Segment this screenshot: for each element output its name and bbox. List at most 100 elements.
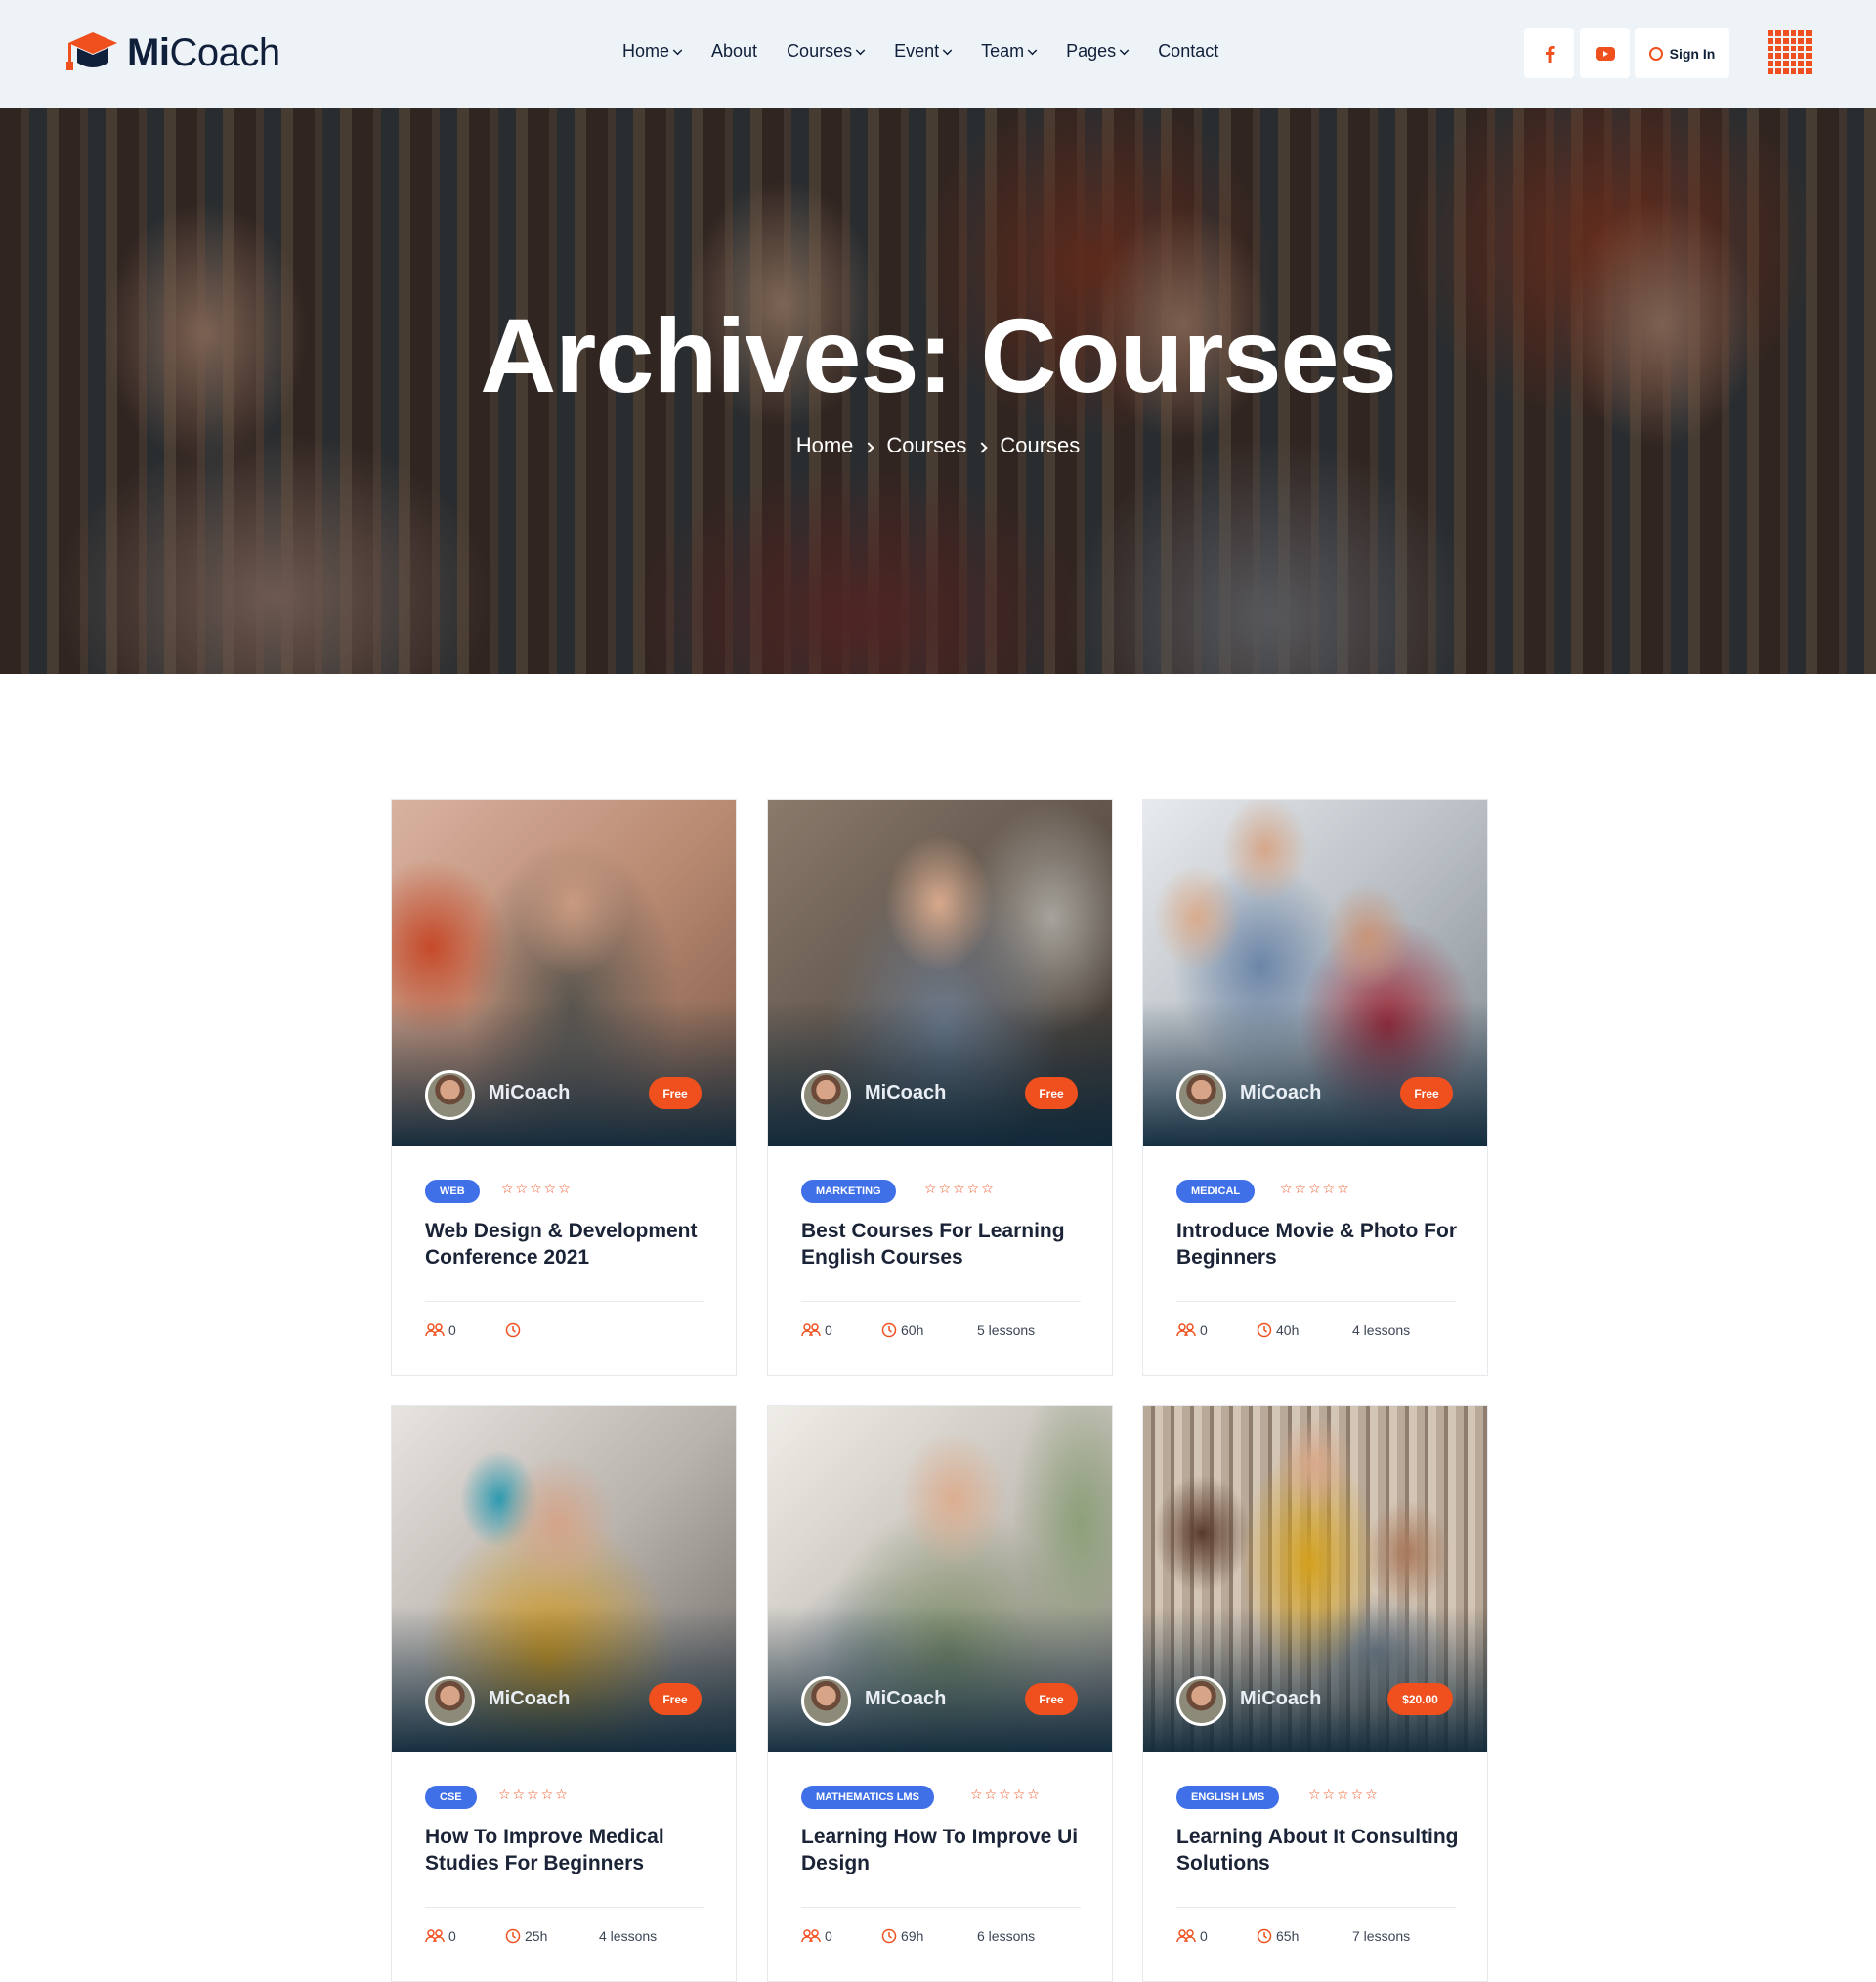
author-avatar — [425, 1676, 475, 1726]
category-badge[interactable]: MATHEMATICS LMS — [801, 1786, 934, 1809]
category-badge[interactable]: MARKETING — [801, 1180, 896, 1203]
lessons-count: 5 lessons — [977, 1322, 1036, 1338]
price-badge: Free — [1025, 1077, 1078, 1109]
star-rating: ☆☆☆☆☆ — [498, 1787, 570, 1802]
course-card[interactable]: MiCoach Free WEB ☆☆☆☆☆ Web Design & Deve… — [391, 799, 737, 1376]
breadcrumb-courses[interactable]: Courses — [886, 433, 966, 458]
user-icon — [1648, 46, 1663, 61]
category-badge[interactable]: CSE — [425, 1786, 477, 1809]
author-avatar — [1176, 1070, 1226, 1120]
chevron-right-icon — [976, 442, 989, 453]
course-title[interactable]: How To Improve Medical Studies For Begin… — [425, 1824, 718, 1876]
nav-item-pages[interactable]: Pages — [1066, 41, 1130, 62]
author-name: MiCoach — [1240, 1082, 1322, 1103]
students-count: 0 — [801, 1928, 832, 1944]
nav-item-courses[interactable]: Courses — [787, 41, 866, 62]
course-title[interactable]: Best Courses For Learning English Course… — [801, 1218, 1094, 1271]
nav-item-team[interactable]: Team — [981, 41, 1038, 62]
category-badge[interactable]: MEDICAL — [1176, 1180, 1256, 1203]
users-icon — [1176, 1323, 1196, 1337]
lessons-count: 6 lessons — [977, 1928, 1036, 1944]
star-rating: ☆☆☆☆☆ — [1280, 1181, 1351, 1196]
hero-banner: Archives: Courses Home Courses Courses — [0, 108, 1876, 674]
users-icon — [425, 1929, 445, 1943]
star-rating: ☆☆☆☆☆ — [1308, 1787, 1380, 1802]
duration: 60h — [881, 1322, 923, 1338]
students-count: 0 — [801, 1322, 832, 1338]
chevron-down-icon — [855, 45, 866, 55]
nav-item-event[interactable]: Event — [894, 41, 953, 62]
duration — [505, 1322, 525, 1338]
course-card[interactable]: MiCoach Free MARKETING ☆☆☆☆☆ Best Course… — [767, 799, 1113, 1376]
lessons-count: 7 lessons — [1352, 1928, 1411, 1944]
breadcrumb-home[interactable]: Home — [796, 433, 854, 458]
breadcrumb: Home Courses Courses — [0, 433, 1876, 458]
sign-in-button[interactable]: Sign In — [1635, 28, 1729, 78]
price-badge: Free — [1025, 1683, 1078, 1715]
author-name: MiCoach — [865, 1082, 947, 1103]
course-thumbnail[interactable]: MiCoach Free — [392, 800, 736, 1146]
students-count: 0 — [425, 1928, 456, 1944]
site-header: MiCoach Home About Courses Event Team Pa… — [0, 0, 1876, 108]
chevron-down-icon — [672, 45, 683, 55]
course-thumbnail[interactable]: MiCoach Free — [1143, 800, 1487, 1146]
lessons-count: 4 lessons — [599, 1928, 658, 1944]
course-thumbnail[interactable]: MiCoach Free — [768, 800, 1112, 1146]
course-card[interactable]: MiCoach Free MATHEMATICS LMS ☆☆☆☆☆ Learn… — [767, 1405, 1113, 1982]
users-icon — [801, 1323, 821, 1337]
divider — [1176, 1301, 1456, 1302]
students-count: 0 — [425, 1322, 456, 1338]
facebook-icon — [1545, 45, 1555, 63]
price-badge: $20.00 — [1387, 1683, 1453, 1715]
clock-icon — [881, 1928, 897, 1944]
breadcrumb-current: Courses — [1000, 433, 1081, 457]
youtube-button[interactable] — [1580, 28, 1630, 78]
users-icon — [1176, 1929, 1196, 1943]
author-name: MiCoach — [1240, 1688, 1322, 1709]
site-logo[interactable]: MiCoach — [64, 29, 280, 76]
course-thumbnail[interactable]: MiCoach $20.00 — [1143, 1406, 1487, 1752]
course-title[interactable]: Learning About It Consulting Solutions — [1176, 1824, 1470, 1876]
chevron-down-icon — [1119, 45, 1130, 55]
course-title[interactable]: Introduce Movie & Photo For Beginners — [1176, 1218, 1470, 1271]
nav-item-contact[interactable]: Contact — [1158, 41, 1218, 62]
students-count: 0 — [1176, 1928, 1208, 1944]
graduation-cap-icon — [66, 32, 117, 70]
duration: 69h — [881, 1928, 923, 1944]
students-count: 0 — [1176, 1322, 1208, 1338]
clock-icon — [1257, 1322, 1272, 1338]
nav-item-home[interactable]: Home — [622, 41, 683, 62]
users-icon — [801, 1929, 821, 1943]
category-badge[interactable]: ENGLISH LMS — [1176, 1786, 1280, 1809]
duration: 40h — [1257, 1322, 1299, 1338]
divider — [1176, 1907, 1456, 1908]
category-badge[interactable]: WEB — [425, 1180, 480, 1203]
youtube-icon — [1595, 46, 1615, 61]
chevron-down-icon — [1027, 45, 1038, 55]
course-card[interactable]: MiCoach Free CSE ☆☆☆☆☆ How To Improve Me… — [391, 1405, 737, 1982]
main-nav: Home About Courses Event Team Pages Cont… — [622, 41, 1248, 62]
course-card[interactable]: MiCoach Free MEDICAL ☆☆☆☆☆ Introduce Mov… — [1142, 799, 1488, 1376]
course-thumbnail[interactable]: MiCoach Free — [768, 1406, 1112, 1752]
author-name: MiCoach — [489, 1688, 571, 1709]
course-title[interactable]: Web Design & Development Conference 2021 — [425, 1218, 718, 1271]
chevron-down-icon — [942, 45, 953, 55]
nav-item-about[interactable]: About — [711, 41, 757, 62]
course-card[interactable]: MiCoach $20.00 ENGLISH LMS ☆☆☆☆☆ Learnin… — [1142, 1405, 1488, 1982]
duration: 25h — [505, 1928, 547, 1944]
author-avatar — [801, 1676, 851, 1726]
divider — [801, 1301, 1081, 1302]
author-name: MiCoach — [865, 1688, 947, 1709]
lessons-count: 4 lessons — [1352, 1322, 1411, 1338]
star-rating: ☆☆☆☆☆ — [924, 1181, 996, 1196]
clock-icon — [505, 1322, 521, 1338]
star-rating: ☆☆☆☆☆ — [501, 1181, 573, 1196]
author-avatar — [801, 1070, 851, 1120]
clock-icon — [1257, 1928, 1272, 1944]
course-thumbnail[interactable]: MiCoach Free — [392, 1406, 736, 1752]
logo-text: MiCoach — [127, 30, 280, 74]
grid-menu-icon[interactable] — [1768, 30, 1812, 74]
divider — [425, 1907, 704, 1908]
facebook-button[interactable] — [1524, 28, 1574, 78]
course-title[interactable]: Learning How To Improve Ui Design — [801, 1824, 1094, 1876]
